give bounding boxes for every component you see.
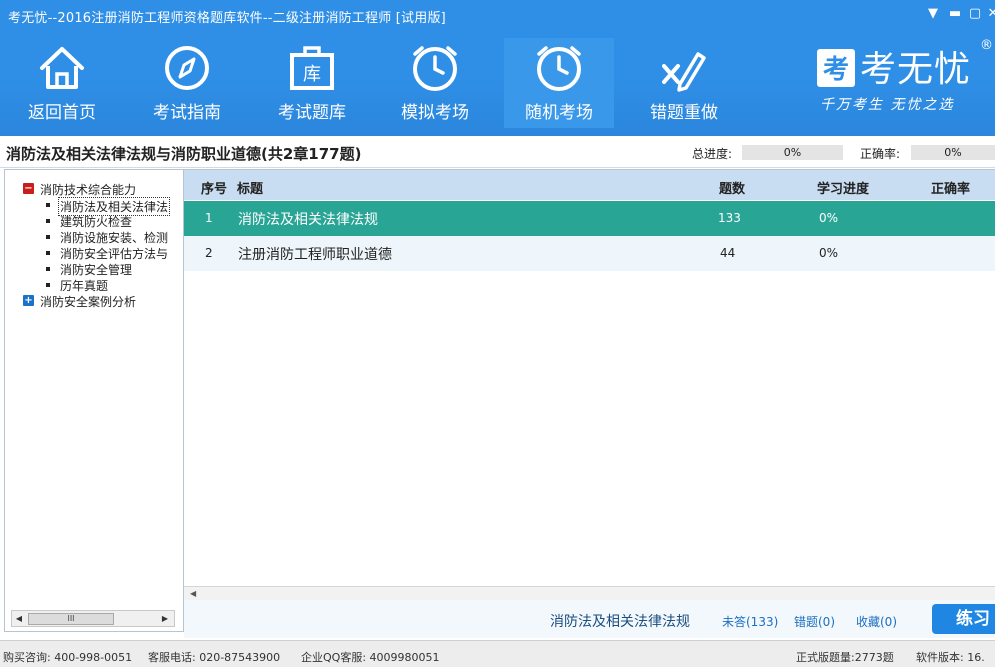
bullet-icon [46, 283, 50, 287]
category-tree: − 消防技术综合能力 消防法及相关法律法 建筑防火检查 消防设施安装、检测 消防… [4, 169, 184, 632]
status-bar: 购买咨询: 400-998-0051 客服电话: 020-87543900 企业… [0, 640, 995, 667]
nav-redo-mistakes[interactable]: 错题重做 [629, 38, 739, 128]
col-header-title[interactable]: 标题 [237, 178, 263, 197]
nav-label-redo-mistakes: 错题重做 [650, 103, 718, 123]
brand-logo: 考 考无忧 ® 千万考生 无忧之选 [816, 38, 993, 118]
accuracy-label: 正确率: [860, 147, 901, 161]
action-bar: 消防法及相关法律法规 未答(133) 错题(0) 收藏(0) 练习 [184, 600, 995, 638]
svg-text:考: 考 [823, 55, 849, 85]
app-window: 考无忧--2016注册消防工程师资格题库软件--二级注册消防工程师 [试用版] … [0, 0, 995, 667]
nav-home[interactable]: 返回首页 [7, 38, 117, 128]
tree-item-label: 消防安全评估方法与 [60, 247, 169, 261]
tree-horizontal-scrollbar[interactable]: ◀ III ▶ [11, 610, 175, 627]
expand-icon[interactable]: + [23, 295, 34, 306]
nav-label-random-exam: 随机考场 [525, 103, 593, 123]
nav-question-bank[interactable]: 库 考试题库 [257, 38, 367, 128]
maximize-icon[interactable]: ▢ [967, 6, 983, 21]
row-progress: 0% [819, 211, 839, 225]
menu-dropdown-icon[interactable]: ▼ [925, 6, 941, 21]
nav-random-exam[interactable]: 随机考场 [504, 38, 614, 128]
header: 考无忧--2016注册消防工程师资格题库软件--二级注册消防工程师 [试用版] … [0, 0, 995, 136]
subject-title: 消防法及相关法律法规与消防职业道德(共2章177题) [6, 145, 362, 163]
brand-registered-mark: ® [980, 38, 993, 53]
table-horizontal-scrollbar[interactable]: ◀ [184, 586, 995, 601]
tree-item-label: 消防安全管理 [60, 263, 133, 277]
scroll-left-icon[interactable]: ◀ [12, 611, 26, 626]
row-count: 133 [718, 211, 741, 225]
row-title: 注册消防工程师职业道德 [238, 247, 392, 263]
qq-service: 企业QQ客服: 4009980051 [301, 651, 440, 664]
nav-label-home: 返回首页 [28, 103, 96, 123]
row-count: 44 [720, 246, 736, 260]
purchase-hotline: 购买咨询: 400-998-0051 [3, 651, 133, 664]
official-question-count: 正式版题量:2773题 [796, 651, 894, 664]
svg-text:库: 库 [303, 64, 321, 85]
chapter-table: 序号 标题 题数 学习进度 正确率 1 消防法及相关法律法规 133 0% 2 … [184, 169, 995, 601]
total-progress-bar: 0% [742, 145, 843, 160]
brand-logo-icon: 考 [817, 49, 855, 87]
tree-item-label: 建筑防火检查 [60, 215, 133, 229]
tree-item-label: 消防设施安装、检测 [60, 231, 169, 245]
accuracy-bar: 0% [911, 145, 995, 160]
row-no: 1 [205, 211, 213, 225]
scroll-thumb[interactable]: III [28, 613, 114, 625]
question-bank-icon: 库 [290, 46, 334, 90]
bullet-icon [46, 219, 50, 223]
table-header: 序号 标题 题数 学习进度 正确率 [184, 170, 995, 200]
home-icon [40, 47, 84, 89]
col-header-no[interactable]: 序号 [201, 178, 227, 197]
software-version: 软件版本: 16. [916, 651, 985, 664]
bullet-icon [46, 235, 50, 239]
subject-bar: 消防法及相关法律法规与消防职业道德(共2章177题) 总进度: 0% 正确率: … [0, 136, 995, 168]
nav-label-mock-exam: 模拟考场 [401, 103, 469, 123]
table-row[interactable]: 1 消防法及相关法律法规 133 0% [184, 201, 995, 236]
col-header-count[interactable]: 题数 [719, 178, 745, 197]
unanswered-link[interactable]: 未答(133) [722, 613, 778, 630]
row-no: 2 [205, 246, 213, 260]
row-title: 消防法及相关法律法规 [238, 212, 378, 228]
col-header-accuracy[interactable]: 正确率 [931, 178, 970, 197]
window-title: 考无忧--2016注册消防工程师资格题库软件--二级注册消防工程师 [试用版] [8, 11, 446, 26]
favorites-link[interactable]: 收藏(0) [856, 613, 897, 630]
bullet-icon [46, 267, 50, 271]
nav-exam-guide[interactable]: 考试指南 [132, 38, 242, 128]
tree-group-label: 消防技术综合能力 [40, 183, 137, 197]
minimize-icon[interactable]: ▬ [947, 6, 963, 21]
tree-group-label: 消防安全案例分析 [40, 295, 137, 309]
brand-slogan: 千万考生 无忧之选 [820, 97, 955, 113]
nav-mock-exam[interactable]: 模拟考场 [380, 38, 490, 128]
clock-icon [537, 46, 581, 91]
practice-button[interactable]: 练习 [932, 604, 995, 634]
redo-mistakes-icon [662, 52, 706, 92]
wrong-answers-link[interactable]: 错题(0) [794, 613, 835, 630]
nav-label-question-bank: 考试题库 [278, 103, 346, 123]
row-progress: 0% [819, 246, 839, 260]
clock-icon [413, 46, 457, 91]
scroll-right-icon[interactable]: ▶ [158, 611, 172, 626]
compass-icon [165, 46, 209, 90]
col-header-progress[interactable]: 学习进度 [817, 178, 869, 197]
selected-chapter-name: 消防法及相关法律法规 [550, 614, 690, 630]
bullet-icon [46, 251, 50, 255]
tree-item-label: 历年真题 [60, 279, 109, 293]
brand-name: 考无忧 [860, 49, 972, 90]
table-row[interactable]: 2 注册消防工程师职业道德 44 0% [184, 236, 995, 271]
service-phone: 客服电话: 020-87543900 [148, 651, 281, 664]
scroll-left-icon[interactable]: ◀ [190, 587, 196, 601]
total-progress-label: 总进度: [692, 147, 733, 161]
nav-label-exam-guide: 考试指南 [153, 103, 221, 123]
collapse-icon[interactable]: − [23, 183, 34, 194]
close-icon[interactable]: ✕ [985, 6, 995, 21]
bullet-icon [46, 203, 50, 207]
